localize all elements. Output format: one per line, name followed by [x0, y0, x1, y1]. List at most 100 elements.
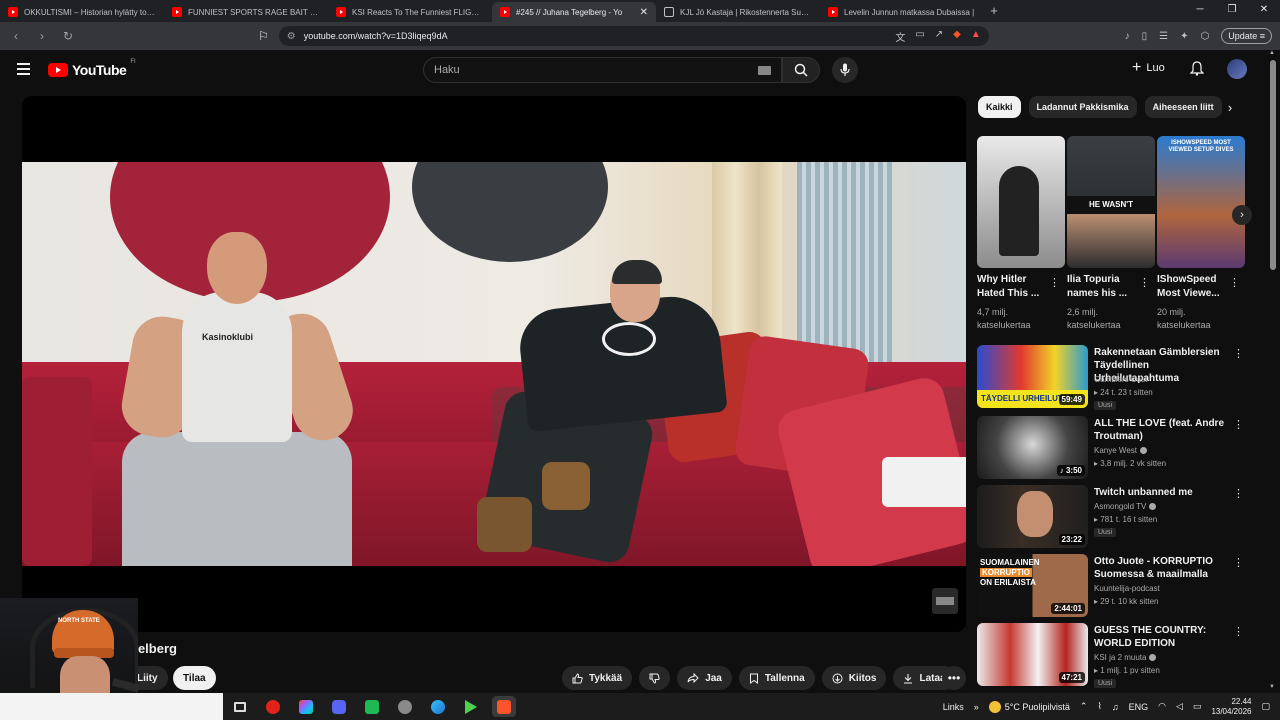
short-item[interactable]: Why Hitler Hated This ... ⋮ 4,7 milj. ka… — [977, 136, 1065, 330]
video-thumbnail[interactable]: 47:21 — [977, 623, 1088, 686]
opera-icon[interactable] — [261, 696, 285, 717]
video-title[interactable]: Twitch unbanned me — [1094, 486, 1232, 499]
more-actions-button[interactable]: ••• — [942, 666, 966, 690]
task-view-icon[interactable] — [228, 696, 252, 717]
media-icon[interactable]: ♪ — [1125, 31, 1130, 42]
cast-icon[interactable]: ▭ — [915, 29, 924, 44]
youtube-logo[interactable]: YouTube FI — [48, 59, 136, 78]
menu-icon[interactable] — [17, 63, 30, 75]
reload-icon[interactable]: ↻ — [60, 29, 76, 43]
links-toolbar[interactable]: Links — [943, 702, 964, 712]
more-vertical-icon[interactable]: ⋮ — [1139, 276, 1150, 289]
share-button[interactable]: Jaa — [677, 666, 732, 690]
browser-tab[interactable]: FUNNIEST SPORTS RAGE BAIT MOME — [164, 2, 328, 22]
notifications-bell-icon[interactable] — [1189, 61, 1205, 81]
short-thumbnail[interactable] — [977, 136, 1065, 268]
channel-name[interactable]: Gämblers Cast — [1094, 375, 1147, 384]
recommendation-item[interactable]: 47:21 GUESS THE COUNTRY: WORLD EDITION ⋮… — [977, 623, 1247, 689]
channel-name[interactable]: Kanye West — [1094, 446, 1147, 455]
rewards-icon[interactable]: ▲ — [971, 29, 981, 44]
more-vertical-icon[interactable]: ⋮ — [1229, 276, 1240, 289]
save-button[interactable]: Tallenna — [738, 666, 815, 690]
recommendation-item[interactable]: TÄYDELLI URHEILUTAP 59:49 Rakennetaan Gäm… — [977, 345, 1247, 411]
recommendation-item[interactable]: SUOMALAINEN KORRUPTIO ON ERILAISTA 2:44:01… — [977, 554, 1247, 620]
page-scrollbar[interactable]: ▲ ▼ — [1266, 50, 1280, 690]
channel-name[interactable]: Kuuntelija-podcast — [1094, 584, 1160, 593]
chat-app-icon[interactable] — [360, 696, 384, 717]
site-info-icon[interactable]: ⚙ — [287, 31, 296, 42]
channel-name[interactable]: Asmongold TV — [1094, 502, 1157, 511]
shorts-next-button[interactable]: › — [1232, 205, 1252, 225]
account-avatar[interactable] — [1227, 59, 1247, 79]
video-title[interactable]: GUESS THE COUNTRY: WORLD EDITION — [1094, 624, 1232, 650]
short-thumbnail[interactable]: ISHOWSPEED MOST VIEWED SETUP DIVES — [1157, 136, 1245, 268]
bookmark-icon[interactable]: ⚐ — [258, 29, 269, 43]
speaker-icon[interactable]: ◁ — [1176, 701, 1183, 712]
extensions-icon[interactable]: ✦ — [1180, 31, 1188, 42]
video-title[interactable]: ALL THE LOVE (feat. Andre Troutman) — [1094, 417, 1232, 443]
short-title[interactable]: Why Hitler Hated This ... — [977, 273, 1049, 301]
like-button[interactable]: Tykkää — [562, 666, 633, 690]
chip-all[interactable]: Kaikki — [978, 96, 1021, 118]
chip-related[interactable]: Aiheeseen liitt — [1144, 96, 1222, 118]
wifi-icon[interactable]: ◠ — [1158, 701, 1166, 712]
weather-widget[interactable]: 5°C Puolipilvistä — [988, 700, 1070, 713]
update-button[interactable]: Update ≡ — [1221, 28, 1272, 44]
discord-icon[interactable] — [327, 696, 351, 717]
volume-icon[interactable]: ♫ — [1112, 702, 1119, 712]
close-tab-icon[interactable]: ✕ — [640, 7, 648, 18]
close-window-button[interactable]: ✕ — [1248, 0, 1280, 22]
url-text[interactable]: youtube.com/watch?v=1D3liqeq9dA — [304, 31, 888, 41]
maximize-button[interactable]: ❐ — [1216, 0, 1248, 22]
more-vertical-icon[interactable]: ⋮ — [1233, 347, 1244, 360]
brave-browser-icon[interactable] — [492, 696, 516, 717]
thanks-button[interactable]: Kiitos — [821, 666, 887, 690]
more-vertical-icon[interactable]: ⋮ — [1233, 487, 1244, 500]
edge-icon[interactable] — [426, 696, 450, 717]
minimize-button[interactable]: ─ — [1184, 0, 1216, 22]
channel-watermark[interactable] — [932, 588, 958, 614]
browser-tab[interactable]: OKKULTISMI – Historian hylätty totuu — [0, 2, 164, 22]
browser-tab[interactable]: KSI Reacts To The Funniest FLIGHT R — [328, 2, 492, 22]
language-indicator[interactable]: ENG — [1129, 702, 1149, 712]
scroll-up-icon[interactable]: ▲ — [1269, 50, 1275, 56]
network-icon[interactable]: ⌇ — [1097, 701, 1101, 712]
chevron-right-icon[interactable]: » — [974, 702, 979, 712]
clock[interactable]: 22.44 13/04/2026 — [1211, 697, 1251, 717]
media-player-icon[interactable] — [459, 696, 483, 717]
scrollbar-thumb[interactable] — [1270, 60, 1276, 270]
forward-icon[interactable]: › — [34, 29, 50, 43]
search-input[interactable]: Haku — [423, 57, 782, 83]
video-thumbnail[interactable]: SUOMALAINEN KORRUPTIO ON ERILAISTA 2:44:01 — [977, 554, 1088, 617]
omnibox[interactable]: ⚙ youtube.com/watch?v=1D3liqeq9dA 文 ▭ ↗ … — [278, 26, 989, 46]
figma-icon[interactable] — [294, 696, 318, 717]
video-thumbnail[interactable]: TÄYDELLI URHEILUTAP 59:49 — [977, 345, 1088, 408]
channel-name[interactable]: KSI ja 2 muuta — [1094, 653, 1157, 662]
reading-list-icon[interactable]: ☰ — [1159, 31, 1168, 42]
dislike-button[interactable] — [639, 666, 671, 690]
tray-overflow-icon[interactable]: ⌃ — [1080, 701, 1088, 712]
voice-search-button[interactable] — [832, 57, 858, 83]
chip-uploader[interactable]: Ladannut Pakkismika — [1028, 96, 1137, 118]
more-vertical-icon[interactable]: ⋮ — [1233, 418, 1244, 431]
more-vertical-icon[interactable]: ⋮ — [1233, 556, 1244, 569]
video-player[interactable]: Kasinoklubi — [22, 96, 966, 632]
search-button[interactable] — [782, 57, 820, 83]
create-button[interactable]: + Luo — [1132, 60, 1165, 76]
short-title[interactable]: IShowSpeed Most Viewe... — [1157, 273, 1229, 301]
video-title[interactable]: Otto Juote - KORRUPTIO Suomessa & maailm… — [1094, 555, 1232, 581]
browser-tab-active[interactable]: #245 // Juhana Tegelberg - Yo ✕ — [492, 2, 656, 22]
chevron-right-icon[interactable]: › — [1220, 97, 1240, 117]
short-item[interactable]: HE WASN'T Ilia Topuria names his ... ⋮ 2… — [1067, 136, 1155, 330]
recommendation-item[interactable]: ♪ 3:50 ALL THE LOVE (feat. Andre Troutma… — [977, 416, 1247, 482]
browser-tab[interactable]: Levelin Junnun matkassa Dubaissa | — [820, 2, 984, 22]
scroll-down-icon[interactable]: ▼ — [1269, 684, 1275, 690]
sidebar-icon[interactable]: ▯ — [1142, 31, 1148, 42]
short-title[interactable]: Ilia Topuria names his ... — [1067, 273, 1139, 301]
brave-shield-icon[interactable]: ◆ — [953, 29, 961, 44]
vpn-icon[interactable]: ⬡ — [1200, 31, 1209, 42]
notification-center-icon[interactable]: ▢ — [1261, 701, 1270, 712]
video-thumbnail[interactable]: 23:22 — [977, 485, 1088, 548]
more-vertical-icon[interactable]: ⋮ — [1049, 276, 1060, 289]
translate-icon[interactable]: 文 — [895, 29, 905, 44]
